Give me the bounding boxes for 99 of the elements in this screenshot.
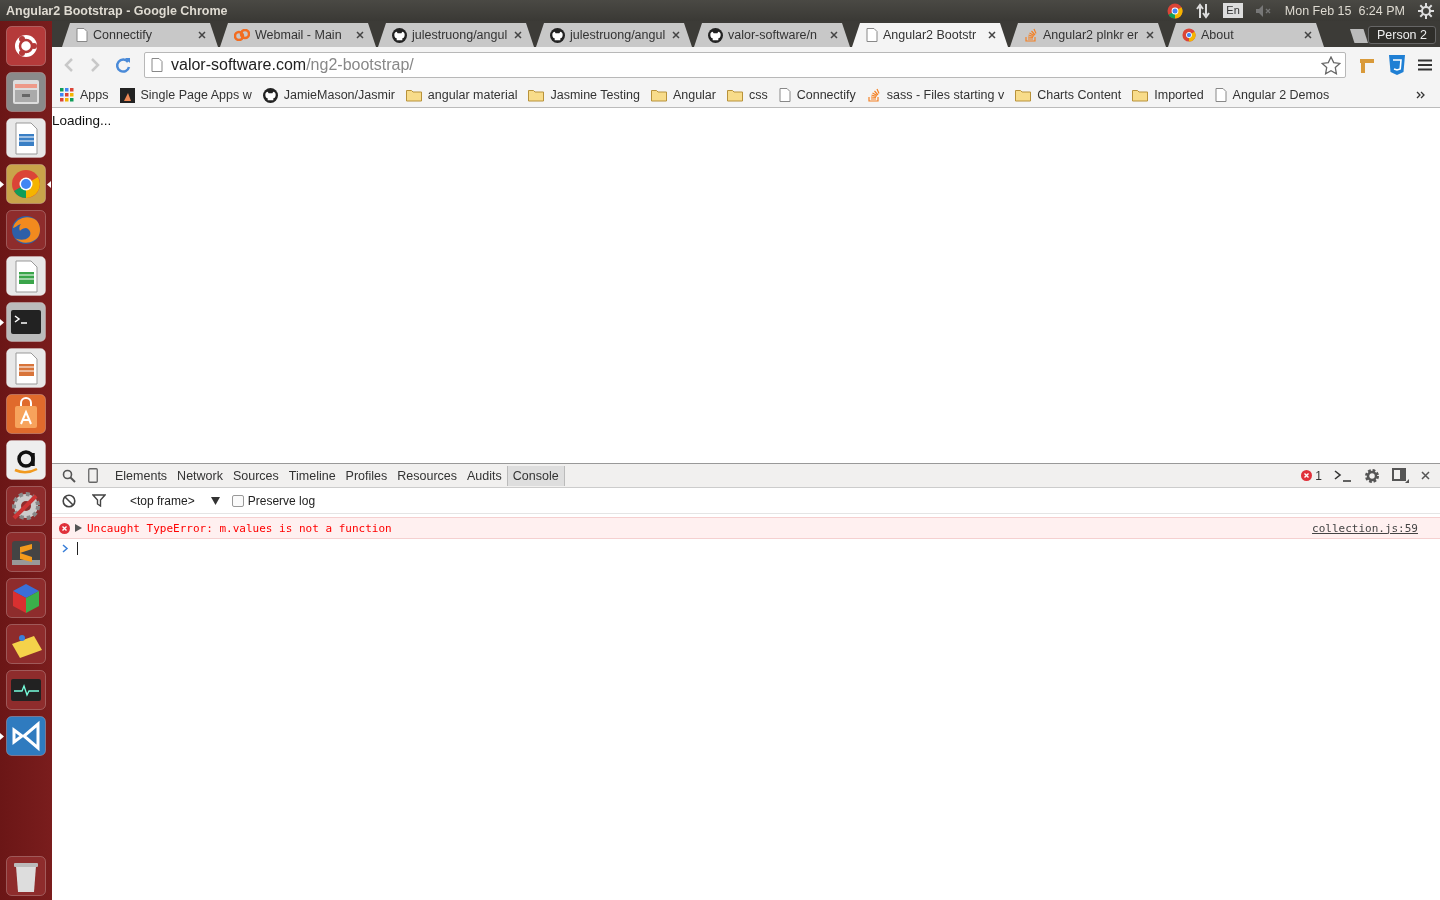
close-icon[interactable]: [198, 31, 206, 39]
close-icon[interactable]: [1304, 31, 1312, 39]
browser-tab[interactable]: julestruong/angul: [378, 23, 534, 47]
bookmark[interactable]: Connectify: [778, 88, 856, 102]
bookmark[interactable]: Charts Content: [1015, 88, 1122, 102]
error-count[interactable]: 1: [1315, 468, 1322, 483]
muted-speaker-icon[interactable]: [1255, 4, 1272, 17]
address-bar[interactable]: valor-software.com/ng2-bootstrap/: [144, 52, 1346, 78]
app-icon[interactable]: [6, 302, 46, 342]
page-icon: [778, 88, 791, 102]
stack-icon: [1024, 28, 1038, 42]
page-icon: [76, 28, 88, 42]
ubuntu-logo-icon[interactable]: [6, 26, 46, 66]
device-icon[interactable]: [88, 468, 98, 483]
folder-icon: [727, 88, 743, 102]
browser-tab[interactable]: About: [1168, 23, 1324, 47]
app-icon[interactable]: [6, 440, 46, 480]
chrome-icon[interactable]: [1167, 2, 1184, 19]
folder-icon: [405, 88, 422, 102]
browser-tab[interactable]: julestruong/angul: [536, 23, 692, 47]
github-icon: [550, 27, 565, 43]
dock-icon[interactable]: [1392, 468, 1409, 483]
browser-tab[interactable]: Angular2 plnkr er: [1010, 23, 1166, 47]
star-icon[interactable]: [1321, 55, 1341, 75]
source-link[interactable]: collection.js:59: [1312, 521, 1418, 535]
devtools-tab[interactable]: Profiles: [340, 465, 393, 486]
stack-icon: [866, 88, 881, 102]
devtools-tab[interactable]: Elements: [110, 465, 173, 486]
bookmark[interactable]: Imported: [1132, 88, 1204, 102]
close-icon[interactable]: [1421, 471, 1430, 480]
cpanel-icon: [234, 29, 250, 41]
devtools-tab[interactable]: Resources: [392, 465, 463, 486]
trash-icon[interactable]: [6, 856, 46, 896]
error-icon: [59, 522, 70, 534]
clear-console-icon[interactable]: [62, 493, 76, 508]
bookmark[interactable]: sass - Files starting v: [866, 88, 1005, 102]
page-icon: [1214, 88, 1227, 102]
app-icon[interactable]: [6, 670, 46, 710]
devtools-tab[interactable]: Network: [172, 465, 228, 486]
devtools-tab[interactable]: Sources: [227, 465, 284, 486]
css3-icon[interactable]: [1388, 55, 1406, 75]
folder-icon: [650, 88, 667, 102]
bookmark[interactable]: Angular: [650, 88, 716, 102]
github-icon: [392, 27, 407, 43]
github-icon: [262, 87, 278, 103]
close-icon[interactable]: [1146, 31, 1154, 39]
search-icon[interactable]: [62, 468, 76, 483]
browser-tab[interactable]: valor-software/n: [694, 23, 850, 47]
prompt-icon: [62, 543, 69, 553]
apps-grid-icon: [60, 88, 74, 102]
power-icon[interactable]: [1418, 2, 1434, 19]
error-icon: [1301, 470, 1313, 481]
folder-icon: [1015, 88, 1032, 102]
reload-icon[interactable]: [114, 56, 132, 74]
network-transfer-icon[interactable]: [1196, 2, 1211, 19]
text-cursor[interactable]: [77, 541, 78, 555]
more-bookmarks-icon[interactable]: [1416, 91, 1426, 99]
site-icon: [119, 87, 135, 103]
new-tab-button[interactable]: [1350, 29, 1368, 43]
close-icon[interactable]: [988, 31, 996, 39]
preserve-log-label[interactable]: Preserve log: [247, 493, 316, 508]
devtools-tab[interactable]: Console: [506, 465, 565, 486]
chrome-icon: [1182, 28, 1196, 42]
error-message: Uncaught TypeError: m.values is not a function: [87, 521, 392, 535]
console-drawer-icon[interactable]: [1334, 468, 1352, 483]
close-icon[interactable]: [672, 31, 680, 39]
devtools-tab[interactable]: Audits: [462, 465, 507, 486]
bookmark[interactable]: JamieMason/Jasmir: [262, 87, 395, 103]
loading-text: Loading...: [52, 113, 112, 128]
window-title: Angular2 Bootstrap - Google Chrome: [6, 3, 228, 18]
keyboard-indicator[interactable]: En: [1223, 3, 1243, 18]
expand-arrow-icon[interactable]: [75, 524, 82, 532]
browser-tab[interactable]: Connectify: [62, 23, 218, 47]
github-icon: [708, 27, 723, 43]
browser-tab[interactable]: Webmail - Main: [220, 23, 376, 47]
filter-icon[interactable]: [92, 494, 106, 507]
bookmark[interactable]: Jasmine Testing: [528, 88, 640, 102]
profile-button[interactable]: Person 2: [1367, 26, 1436, 44]
bookmark[interactable]: Apps: [60, 88, 109, 102]
bookmark[interactable]: Single Page Apps w: [119, 87, 252, 103]
settings-icon[interactable]: [1364, 467, 1380, 484]
folder-icon: [528, 88, 545, 102]
bookmark[interactable]: css: [727, 88, 768, 102]
menu-icon[interactable]: [1418, 59, 1432, 71]
devtools-tab[interactable]: Timeline: [283, 465, 341, 486]
bookmark[interactable]: angular material: [405, 88, 518, 102]
close-icon[interactable]: [514, 31, 522, 39]
close-icon[interactable]: [356, 31, 364, 39]
checkbox[interactable]: [231, 494, 244, 507]
dropdown-icon[interactable]: [210, 496, 220, 505]
app-icon[interactable]: [6, 716, 46, 756]
browser-tab[interactable]: Angular2 Bootstr: [852, 23, 1008, 47]
close-icon[interactable]: [830, 31, 838, 39]
page-icon: [151, 58, 163, 72]
folder-icon: [1132, 88, 1149, 102]
frame-selector[interactable]: <top frame>: [130, 493, 195, 508]
page-icon: [866, 28, 878, 42]
bookmark[interactable]: Angular 2 Demos: [1214, 88, 1330, 102]
clock[interactable]: Mon Feb 15 6:24 PM: [1284, 3, 1405, 18]
